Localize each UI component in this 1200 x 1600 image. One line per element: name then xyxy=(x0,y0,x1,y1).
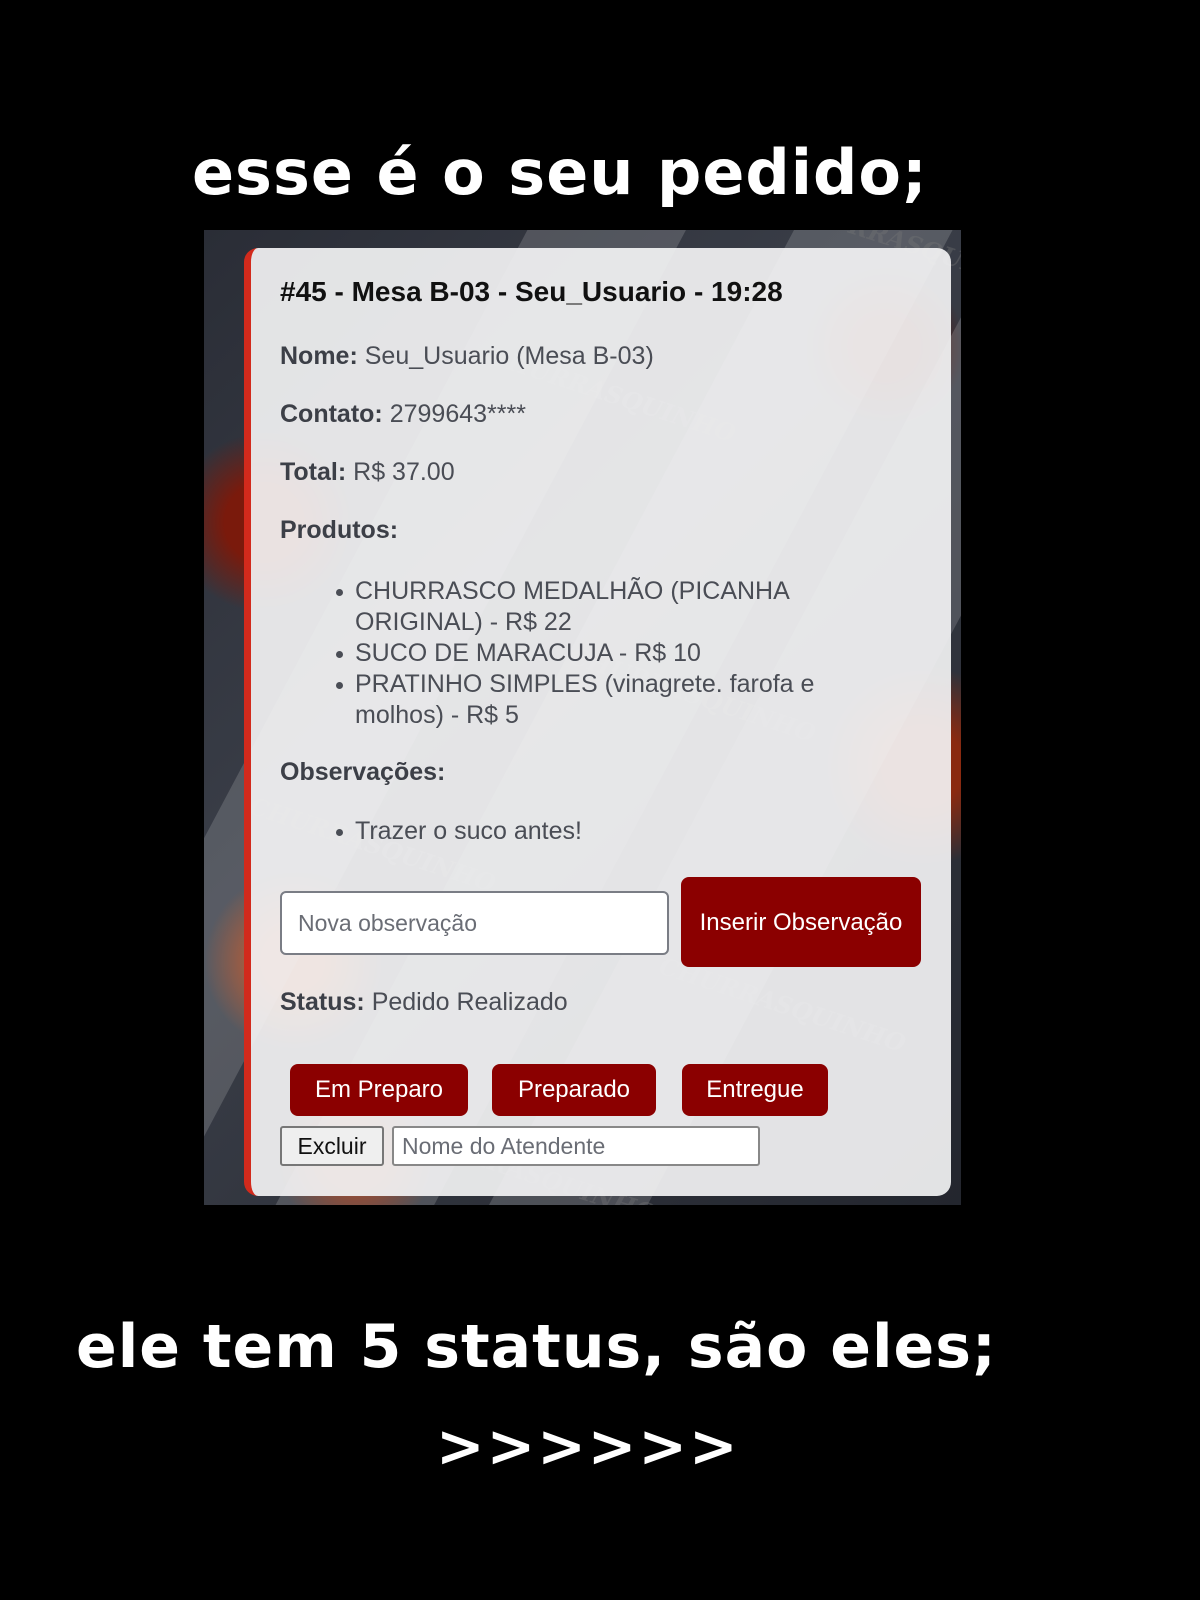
observations-label: Observações: xyxy=(280,758,446,786)
product-list: CHURRASCO MEDALHÃO (PICANHA ORIGINAL) - … xyxy=(336,576,875,731)
status-value: Pedido Realizado xyxy=(371,988,568,1016)
total-field: Total: R$ 37.00 xyxy=(280,458,455,487)
observation-list: Trazer o suco antes! xyxy=(336,816,875,847)
new-observation-input[interactable] xyxy=(280,891,669,955)
contact-field: Contato: 2799643**** xyxy=(280,400,526,429)
status-field: Status: Pedido Realizado xyxy=(280,988,568,1017)
delete-order-button[interactable]: Excluir xyxy=(280,1126,384,1166)
caption-arrows: >>>>>> xyxy=(436,1412,740,1480)
product-item: CHURRASCO MEDALHÃO (PICANHA ORIGINAL) - … xyxy=(336,576,875,638)
observation-item: Trazer o suco antes! xyxy=(336,816,875,847)
status-preparing-button[interactable]: Em Preparo xyxy=(290,1064,468,1116)
order-title: #45 - Mesa B-03 - Seu_Usuario - 19:28 xyxy=(280,276,783,307)
total-value: R$ 37.00 xyxy=(353,458,455,486)
status-prepared-button[interactable]: Preparado xyxy=(492,1064,656,1116)
customer-name-field: Nome: Seu_Usuario (Mesa B-03) xyxy=(280,342,654,371)
observations-heading: Observações: xyxy=(280,758,445,787)
total-label: Total: xyxy=(280,458,347,486)
product-item: PRATINHO SIMPLES (vinagrete. farofa e mo… xyxy=(336,669,875,731)
caption-top: esse é o seu pedido; xyxy=(192,136,928,209)
customer-name-value: Seu_Usuario (Mesa B-03) xyxy=(364,342,654,370)
products-label: Produtos: xyxy=(280,516,399,544)
status-delivered-button[interactable]: Entregue xyxy=(682,1064,828,1116)
insert-observation-button[interactable]: Inserir Observação xyxy=(681,877,921,967)
customer-name-label: Nome: xyxy=(280,342,358,370)
products-heading: Produtos: xyxy=(280,516,398,545)
product-item: SUCO DE MARACUJA - R$ 10 xyxy=(336,638,875,669)
caption-bottom: ele tem 5 status, são eles; xyxy=(76,1312,997,1382)
contact-value: 2799643**** xyxy=(389,400,526,428)
order-card: #45 - Mesa B-03 - Seu_Usuario - 19:28 No… xyxy=(244,248,951,1196)
attendant-name-input[interactable] xyxy=(392,1126,760,1166)
status-label: Status: xyxy=(280,988,365,1016)
contact-label: Contato: xyxy=(280,400,383,428)
